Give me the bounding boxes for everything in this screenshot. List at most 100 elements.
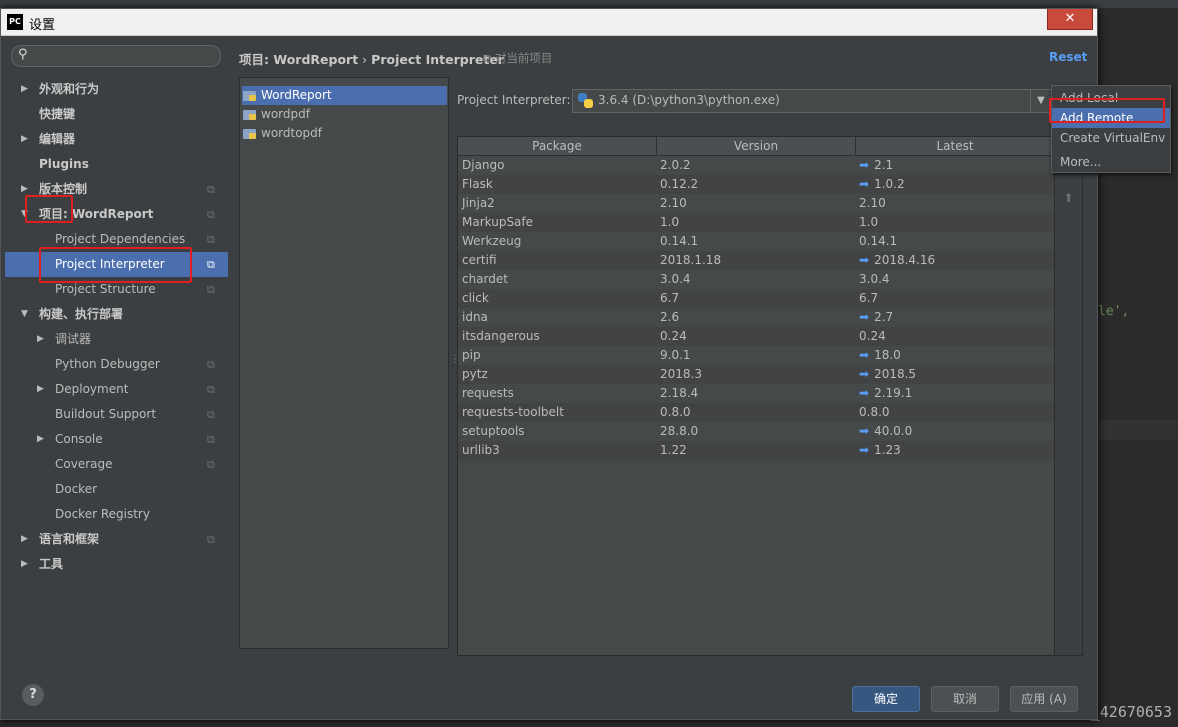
package-latest-cell: ➡ 1.0.2 — [859, 175, 905, 194]
tree-item[interactable]: 快捷键 — [5, 102, 228, 127]
table-row[interactable]: Flask 0.12.2 ➡ 1.0.2 — [458, 175, 1054, 194]
table-row[interactable]: requests-toolbelt 0.8.0 0.8.0 — [458, 403, 1054, 422]
table-row[interactable]: pytz 2018.3 ➡ 2018.5 — [458, 365, 1054, 384]
table-row[interactable]: pip 9.0.1 ➡ 18.0 — [458, 346, 1054, 365]
table-row[interactable]: Werkzeug 0.14.1 0.14.1 — [458, 232, 1054, 251]
table-row[interactable]: certifi 2018.1.18 ➡ 2018.4.16 — [458, 251, 1054, 270]
tree-item-label: Docker — [55, 482, 98, 496]
tree-item[interactable]: ▶ Deployment ⧉ — [5, 377, 228, 402]
column-package[interactable]: Package — [458, 137, 657, 155]
apply-button[interactable]: 应用 (A) — [1010, 686, 1078, 712]
highlight-box — [39, 247, 192, 283]
package-name: pip — [462, 348, 481, 362]
tree-item[interactable]: ▶ 外观和行为 — [5, 77, 228, 102]
chevron-down-icon[interactable]: ▼ — [1030, 90, 1051, 112]
project-item[interactable]: wordpdf — [242, 105, 447, 124]
package-latest-cell: ➡ 18.0 — [859, 346, 901, 365]
project-scope-icon: ⧉ — [207, 208, 215, 221]
package-name: certifi — [462, 253, 497, 267]
menu-item[interactable]: Create VirtualEnv — [1052, 128, 1170, 148]
table-row[interactable]: chardet 3.0.4 3.0.4 — [458, 270, 1054, 289]
collapse-arrow-icon[interactable]: ▶ — [21, 77, 28, 102]
tree-item[interactable]: ▶ Console ⧉ — [5, 427, 228, 452]
package-name: requests-toolbelt — [462, 405, 564, 419]
folder-icon — [243, 127, 257, 139]
editor-code-fragment: le', — [1098, 304, 1130, 319]
package-version: 2.0.2 — [660, 158, 691, 172]
cancel-button[interactable]: 取消 — [931, 686, 999, 712]
window-title: 设置 — [29, 18, 56, 33]
project-scope-icon: ⧉ — [207, 283, 215, 296]
ok-button[interactable]: 确定 — [852, 686, 920, 712]
package-version: 1.0 — [660, 215, 680, 229]
package-version: 2018.3 — [660, 367, 702, 381]
table-row[interactable]: urllib3 1.22 ➡ 1.23 — [458, 441, 1054, 460]
table-row[interactable]: idna 2.6 ➡ 2.7 — [458, 308, 1054, 327]
upgrade-arrow-icon: ➡ — [859, 158, 870, 172]
upgrade-package-icon[interactable]: ⬆ — [1055, 191, 1082, 205]
upgrade-arrow-icon: ➡ — [859, 177, 870, 191]
settings-search-input[interactable]: ⚲ — [11, 45, 221, 67]
project-name: wordtopdf — [261, 126, 323, 140]
interpreter-value: 3.6.4 (D:\python3\python.exe) — [598, 93, 780, 107]
package-version: 2.18.4 — [660, 386, 699, 400]
table-row[interactable]: click 6.7 6.7 — [458, 289, 1054, 308]
package-name: chardet — [462, 272, 508, 286]
menu-item[interactable]: More... — [1052, 152, 1170, 172]
column-latest[interactable]: Latest — [856, 137, 1054, 155]
column-version[interactable]: Version — [657, 137, 856, 155]
table-row[interactable]: MarkupSafe 1.0 1.0 — [458, 213, 1054, 232]
tree-item[interactable]: ▶ 工具 — [5, 552, 228, 577]
package-latest-cell: 0.14.1 — [859, 232, 897, 251]
tree-item[interactable]: Plugins — [5, 152, 228, 177]
table-row[interactable]: setuptools 28.8.0 ➡ 40.0.0 — [458, 422, 1054, 441]
close-button[interactable]: ✕ — [1047, 9, 1093, 30]
table-row[interactable]: Django 2.0.2 ➡ 2.1 — [458, 156, 1054, 175]
upgrade-arrow-icon: ➡ — [859, 443, 870, 457]
tree-item-label: 快捷键 — [39, 107, 76, 121]
tree-item[interactable]: Python Debugger ⧉ — [5, 352, 228, 377]
collapse-arrow-icon[interactable]: ▶ — [21, 527, 28, 552]
tree-item[interactable]: ▶ 编辑器 — [5, 127, 228, 152]
tree-item[interactable]: Docker — [5, 477, 228, 502]
pycharm-logo-icon: PC — [7, 14, 23, 30]
package-version: 0.12.2 — [660, 177, 699, 191]
search-icon: ⚲ — [18, 47, 28, 62]
package-name: itsdangerous — [462, 329, 540, 343]
package-version: 1.22 — [660, 443, 687, 457]
tree-item[interactable]: ▶ 调试器 — [5, 327, 228, 352]
project-scope-icon: ⧉ — [207, 433, 215, 446]
project-scope-icon: ⧉ — [207, 233, 215, 246]
table-row[interactable]: itsdangerous 0.24 0.24 — [458, 327, 1054, 346]
reset-link[interactable]: Reset — [1049, 50, 1087, 64]
collapse-arrow-icon[interactable]: ▶ — [37, 427, 44, 452]
interpreter-select[interactable]: 3.6.4 (D:\python3\python.exe) ▼ — [572, 89, 1052, 113]
collapse-arrow-icon[interactable]: ▶ — [21, 552, 28, 577]
project-item[interactable]: wordtopdf — [242, 124, 447, 143]
tree-item[interactable]: Coverage ⧉ — [5, 452, 228, 477]
tree-item-label: Plugins — [39, 157, 89, 171]
collapse-arrow-icon[interactable]: ▶ — [37, 377, 44, 402]
settings-dialog: PC 设置 ✕ ⚲ ▶ 外观和行为 快捷键 ▶ 编辑器 Plugins ▶ 版本控制 ⧉ ▼ 项目:… — [0, 8, 1171, 720]
collapse-arrow-icon[interactable]: ▶ — [37, 327, 44, 352]
tree-item[interactable]: ▶ 语言和框架 ⧉ — [5, 527, 228, 552]
package-version: 0.14.1 — [660, 234, 699, 248]
tree-item[interactable]: Docker Registry — [5, 502, 228, 527]
collapse-arrow-icon[interactable]: ▶ — [21, 127, 28, 152]
current-project-note: ⧉ 对当前项目 — [483, 51, 553, 65]
tree-item[interactable]: ▼ 构建、执行部署 — [5, 302, 228, 327]
project-item[interactable]: WordReport — [242, 86, 447, 105]
project-name: WordReport — [261, 88, 332, 102]
expand-arrow-icon[interactable]: ▼ — [21, 302, 28, 327]
package-version: 6.7 — [660, 291, 680, 305]
upgrade-arrow-icon: ➡ — [859, 310, 870, 324]
title-bar: PC 设置 ✕ — [1, 9, 1097, 36]
table-row[interactable]: requests 2.18.4 ➡ 2.19.1 — [458, 384, 1054, 403]
package-name: urllib3 — [462, 443, 500, 457]
package-name: click — [462, 291, 489, 305]
tree-item[interactable]: Buildout Support ⧉ — [5, 402, 228, 427]
help-button[interactable]: ? — [22, 684, 44, 706]
table-row[interactable]: Jinja2 2.10 2.10 — [458, 194, 1054, 213]
package-version: 9.0.1 — [660, 348, 691, 362]
project-name: wordpdf — [261, 107, 310, 121]
